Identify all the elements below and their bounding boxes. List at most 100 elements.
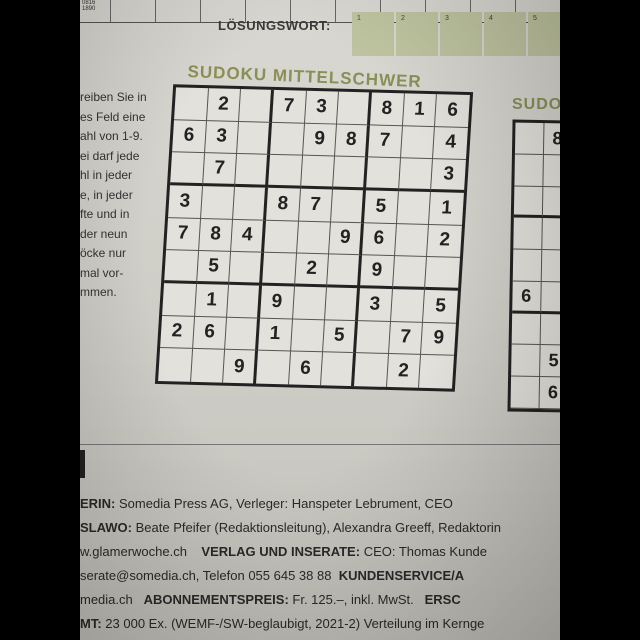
sudoku-cell (354, 353, 389, 387)
tiny-header-text: 0816 1890 (82, 0, 96, 12)
sudoku-cell: 6 (435, 94, 470, 128)
sudoku-cell: 5 (323, 319, 358, 354)
imprint-line-contact: serate@somedia.ch, Telefon 055 645 38 88… (80, 568, 465, 583)
second-sudoku-cell (511, 344, 541, 378)
sudoku-cell: 6 (192, 316, 228, 351)
sudoku-cell: 5 (423, 289, 458, 324)
sudoku-cell (174, 87, 209, 121)
sudoku-cell: 6 (172, 119, 207, 154)
sudoku-cell: 7 (272, 89, 307, 124)
sudoku-cell (170, 152, 205, 187)
sudoku-cell: 4 (433, 126, 468, 161)
sudoku-cell: 5 (363, 190, 399, 224)
sudoku-cell: 8 (198, 218, 234, 253)
sudoku-cell (264, 220, 299, 254)
sudoku-cell (262, 253, 297, 287)
second-sudoku-cell (514, 154, 544, 187)
sudoku-cell (394, 223, 430, 258)
sudoku-cell (321, 352, 356, 387)
sudoku-cell (365, 157, 401, 192)
sudoku-cell: 2 (160, 315, 195, 350)
second-sudoku-cell (542, 186, 560, 219)
sudoku-cell: 1 (258, 318, 293, 352)
second-sudoku-cell: 8 (543, 123, 560, 156)
sudoku-cell (327, 254, 362, 289)
sudoku-cell: 2 (206, 88, 242, 122)
sudoku-cell: 9 (329, 222, 364, 256)
loesungswort-cell: 4 (484, 12, 526, 56)
sudoku-cell (164, 250, 199, 284)
sudoku-cell: 6 (361, 222, 397, 257)
sudoku-cell (398, 158, 434, 193)
sudoku-cell (256, 350, 291, 385)
sudoku-cell: 1 (194, 283, 230, 318)
sudoku-cell (355, 320, 391, 355)
second-sudoku-grid: 8656 (507, 119, 560, 413)
sudoku-cell: 9 (260, 285, 295, 320)
sudoku-cell: 3 (168, 185, 203, 219)
sudoku-cell: 2 (386, 354, 422, 388)
loesungswort-label: LÖSUNGSWORT: (218, 18, 331, 33)
sudoku-cell (390, 289, 426, 323)
sudoku-cell: 9 (302, 123, 338, 157)
sudoku-cell (337, 91, 372, 126)
second-sudoku-cell (540, 281, 560, 315)
sudoku-cell (392, 256, 428, 290)
sudoku-cell: 7 (367, 125, 403, 159)
sudoku-cell (296, 221, 332, 255)
sudoku-cell (235, 154, 271, 188)
sudoku-cell (325, 287, 360, 321)
sudoku-cell (200, 186, 236, 220)
sudoku-cell: 3 (304, 90, 340, 125)
sudoku-cell (300, 156, 336, 190)
sudoku-cell: 3 (431, 159, 466, 193)
sudoku-cell (162, 283, 197, 317)
imprint-line-circulation: MT: 23 000 Ex. (WEMF-/SW-beglaubigt, 202… (80, 616, 485, 631)
loesungswort-cell: 2 (396, 12, 438, 56)
sudoku-cell: 9 (359, 255, 395, 290)
sudoku-cell (229, 252, 265, 286)
sudoku-cell: 3 (357, 288, 393, 322)
sudoku-cell (225, 317, 261, 351)
sudoku-cell: 1 (429, 192, 464, 226)
second-sudoku-cell (542, 154, 560, 188)
magazine-page-photo: 0816 1890 LÖSUNGSWORT: 1 2 3 4 5 SUDOKU … (80, 0, 560, 640)
second-sudoku-cell: 6 (512, 281, 542, 314)
sudoku-cell (239, 89, 274, 123)
sudoku-cell: 7 (166, 217, 201, 252)
sudoku-cell (290, 319, 326, 353)
second-sudoku-cell: 6 (539, 377, 560, 410)
imprint-line-publisher: ERIN: Somedia Press AG, Verleger: Hanspe… (80, 496, 453, 511)
second-sudoku-title: SUDO (512, 96, 560, 113)
sudoku-cell: 8 (369, 92, 405, 126)
sudoku-cell: 2 (427, 224, 462, 259)
second-sudoku-cell (512, 249, 542, 282)
sudoku-cell (270, 122, 305, 157)
loesungswort-cell: 5 (528, 12, 560, 56)
sudoku-cell: 9 (223, 350, 259, 384)
sudoku-cell: 4 (231, 219, 267, 254)
side-mark (80, 450, 85, 478)
sudoku-cell (190, 349, 226, 383)
imprint-line-website: w.glamerwoche.ch VERLAG UND INSERATE: CE… (80, 544, 488, 559)
sudoku-cell (292, 286, 328, 320)
sudoku-cell: 8 (335, 124, 370, 158)
sudoku-cell (333, 156, 368, 191)
sudoku-cell: 7 (388, 321, 424, 356)
section-divider (80, 444, 560, 445)
sudoku-cell (396, 191, 432, 225)
second-sudoku-cell (510, 376, 540, 410)
sudoku-cell (425, 257, 460, 291)
imprint-block: ERIN: Somedia Press AG, Verleger: Hanspe… (80, 492, 560, 636)
second-sudoku-cell (513, 186, 543, 219)
sudoku-cell: 2 (294, 253, 330, 288)
sudoku-cell (233, 186, 269, 221)
sudoku-cell: 5 (196, 251, 232, 285)
loesungswort-cells: 1 2 3 4 5 (352, 12, 560, 56)
sudoku-cell: 7 (202, 153, 238, 187)
sudoku-cell (158, 348, 193, 382)
imprint-line-price: media.ch ABONNEMENTSPREIS: Fr. 125.–, in… (80, 592, 461, 607)
sudoku-cell: 9 (421, 322, 456, 357)
sudoku-cell (400, 125, 436, 160)
second-sudoku-cell (511, 313, 541, 346)
